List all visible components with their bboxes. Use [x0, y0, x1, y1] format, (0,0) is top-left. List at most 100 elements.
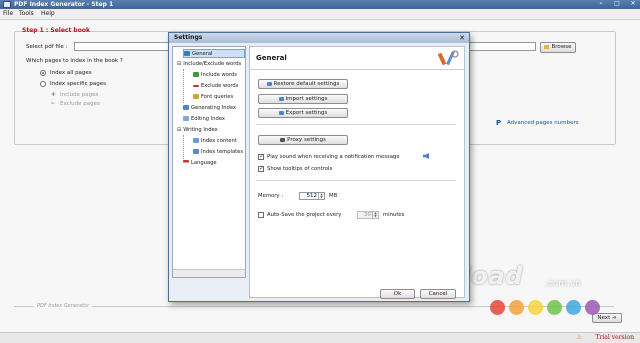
autosave-value: 30: [364, 212, 371, 218]
tools-icon: [438, 50, 459, 66]
menu-tools[interactable]: Tools: [19, 10, 34, 17]
gear-icon: [183, 105, 189, 110]
tree-item-writing-index[interactable]: ⊟ Writing Index: [177, 126, 218, 135]
proxy-settings-button[interactable]: Proxy settings: [258, 135, 348, 145]
button-label: Export settings: [285, 110, 328, 116]
ok-button[interactable]: Ok: [380, 289, 415, 299]
info-icon: [184, 51, 190, 56]
exclude-pages-icon: ━: [51, 101, 55, 107]
advanced-pages-link[interactable]: Advanced pages numbers: [507, 120, 579, 126]
tree-item-generating-index[interactable]: Generating Index: [183, 104, 236, 113]
tree-item-font-queries[interactable]: Font queries: [193, 93, 233, 102]
close-icon[interactable]: ✕: [628, 0, 638, 8]
tree-label: Generating Index: [191, 105, 236, 111]
panel-header: General: [256, 54, 287, 62]
panel-header-divider: [250, 69, 464, 70]
button-label: Proxy settings: [287, 137, 326, 143]
panel-divider: [256, 180, 456, 181]
include-pages-link[interactable]: Include pages: [60, 92, 98, 98]
settings-panel: General Restore default settings Import …: [249, 46, 465, 298]
settings-titlebar: Settings ✕: [169, 33, 469, 43]
font-icon: [193, 94, 199, 99]
settings-dialog: Settings ✕ General ⊟ Include/Exclude word…: [168, 32, 470, 302]
status-bar: ⚠ Trial version: [0, 332, 640, 343]
index-all-label: Index all pages: [50, 70, 92, 76]
tree-label: Editing Index: [191, 116, 225, 122]
window-title: PDF Index Generator - Step 1: [14, 1, 114, 8]
cancel-button[interactable]: Cancel: [420, 289, 456, 299]
autosave-spinbox[interactable]: 30 ▲ ▼: [357, 211, 379, 219]
minus-icon: [193, 84, 199, 87]
menu-bar: File Tools Help: [0, 9, 640, 20]
menu-help[interactable]: Help: [41, 10, 55, 17]
menu-file[interactable]: File: [3, 10, 13, 17]
tree-scrollbar[interactable]: [173, 269, 245, 277]
browse-button[interactable]: Browse: [540, 42, 576, 53]
tree-label: Include words: [201, 72, 237, 78]
watermark-dot: [566, 300, 581, 315]
button-label: Import settings: [285, 96, 328, 102]
folder-icon: [544, 44, 550, 49]
tree-item-language[interactable]: Language: [183, 159, 217, 168]
export-settings-button[interactable]: Export settings: [258, 108, 348, 118]
panel-divider: [256, 124, 456, 125]
pages-question: Which pages to index in the book ?: [26, 58, 123, 64]
tree-item-index-content[interactable]: Index content: [193, 137, 237, 146]
title-bar: PDF Index Generator - Step 1 – □ ✕: [0, 0, 640, 9]
maximize-icon[interactable]: □: [612, 0, 622, 8]
watermark-dot: [509, 300, 524, 315]
memory-value: 512: [306, 193, 318, 199]
plus-icon: [193, 72, 199, 77]
show-tooltips-checkbox[interactable]: [258, 165, 264, 172]
autosave-checkbox[interactable]: [258, 212, 264, 218]
footer-group-label: PDF Index Generator: [34, 303, 93, 309]
tree-label: Index templates: [201, 149, 244, 155]
watermark-domain: .com.vn: [545, 279, 581, 289]
proxy-icon: [280, 137, 286, 142]
tree-connector: [183, 135, 184, 159]
import-settings-button[interactable]: Import settings: [258, 94, 348, 104]
play-sound-label: Play sound when receiving a notification…: [267, 154, 400, 160]
watermark-dot: [585, 300, 600, 315]
minimize-icon[interactable]: –: [596, 0, 606, 8]
tree-item-include-exclude[interactable]: ⊟ Include/Exclude words: [177, 60, 241, 69]
exclude-pages-link[interactable]: Exclude pages: [60, 101, 100, 107]
import-icon: [278, 96, 284, 101]
window-controls: – □ ✕: [596, 0, 638, 9]
page-number-icon: P: [496, 119, 502, 127]
document-icon: [193, 138, 199, 143]
play-sound-checkbox[interactable]: [258, 153, 264, 160]
radio-index-specific[interactable]: [40, 81, 46, 87]
arrow-right-icon: ➜: [611, 315, 617, 321]
tree-label: Writing Index: [183, 127, 218, 133]
watermark-dots: [490, 300, 600, 315]
tree-label: Font queries: [201, 94, 234, 100]
index-specific-label: Index specific pages: [50, 81, 107, 87]
tree-item-index-templates[interactable]: Index templates: [193, 148, 243, 157]
template-icon: [193, 149, 199, 154]
flag-icon: [183, 160, 189, 165]
spin-arrows-icon[interactable]: ▲ ▼: [372, 212, 378, 218]
close-icon[interactable]: ✕: [459, 33, 465, 43]
watermark-dot: [547, 300, 562, 315]
button-label: Restore default settings: [273, 81, 340, 87]
tree-item-include-words[interactable]: Include words: [193, 71, 237, 80]
memory-spinbox[interactable]: 512 ▲ ▼: [299, 192, 325, 200]
tree-item-editing-index[interactable]: Editing Index: [183, 115, 225, 124]
tree-label: General: [192, 51, 213, 57]
speaker-icon[interactable]: [423, 153, 429, 159]
next-label: Next: [597, 315, 611, 321]
export-icon: [278, 110, 284, 115]
radio-index-all[interactable]: [40, 70, 46, 76]
tree-item-general[interactable]: General: [183, 49, 245, 58]
button-label: Cancel: [428, 291, 448, 297]
tree-item-exclude-words[interactable]: Exclude words: [193, 82, 238, 91]
browse-label: Browse: [551, 44, 572, 50]
settings-title: Settings: [174, 34, 203, 41]
app-icon: [3, 1, 11, 8]
spin-arrows-icon[interactable]: ▲ ▼: [318, 193, 324, 199]
tree-collapse-icon: ⊟: [177, 127, 182, 133]
memory-unit: MB: [329, 193, 338, 199]
memory-label: Memory :: [258, 193, 284, 199]
restore-defaults-button[interactable]: Restore default settings: [258, 79, 348, 89]
